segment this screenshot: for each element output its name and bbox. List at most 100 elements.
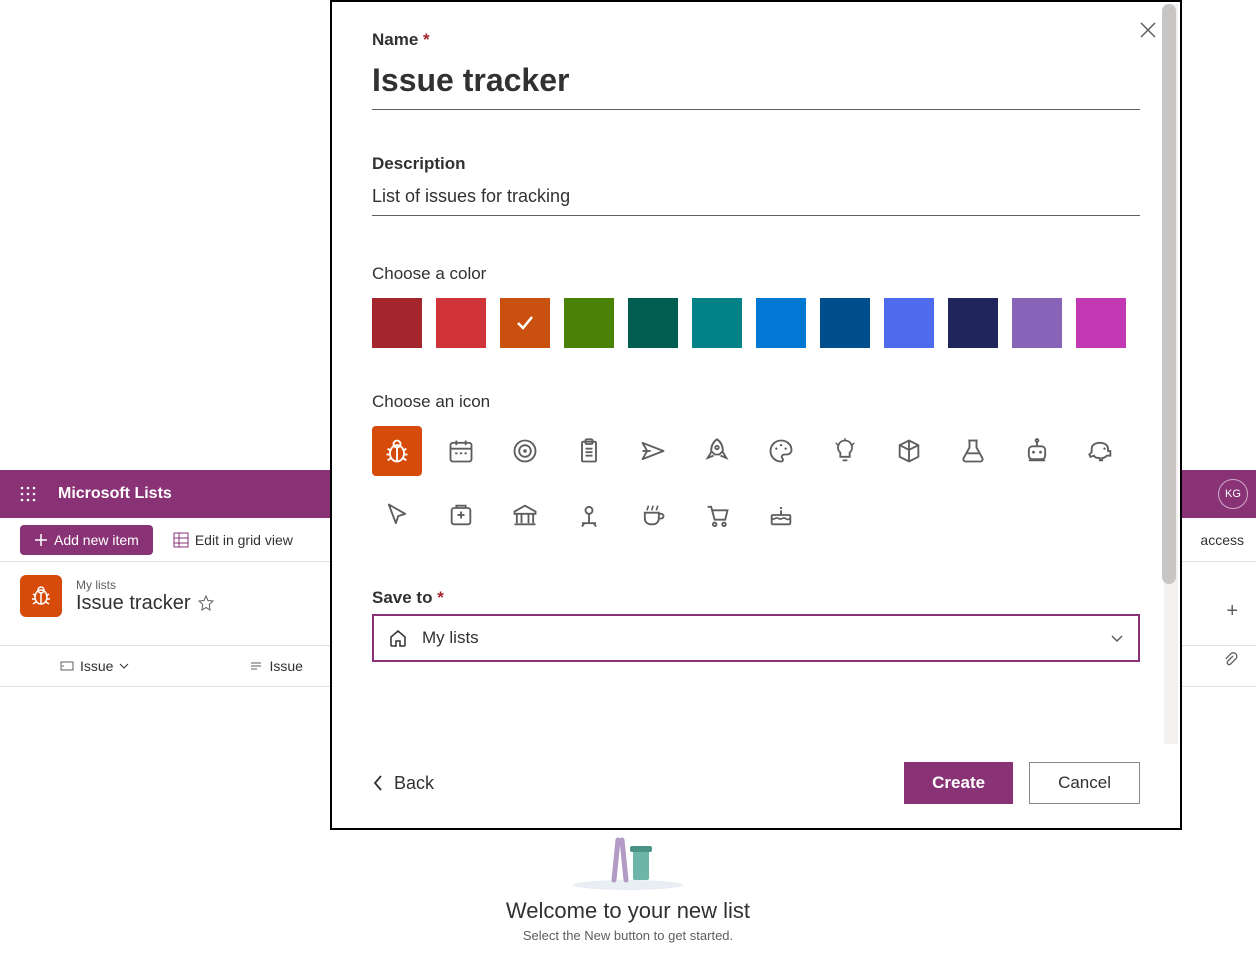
plus-icon [34,533,48,547]
color-swatch[interactable] [948,298,998,348]
access-text: access [1200,532,1244,548]
dialog-footer: Back Create Cancel [372,762,1140,804]
icon-option-cake[interactable] [756,490,806,540]
color-swatch[interactable] [820,298,870,348]
close-icon [1138,20,1158,40]
bug-icon [383,437,411,465]
airplane-icon [639,437,667,465]
description-input[interactable] [372,180,1140,216]
app-title: Microsoft Lists [58,485,172,503]
color-swatch[interactable] [372,298,422,348]
save-to-label: Save to * [372,588,1140,608]
grid-icon [173,532,189,548]
choose-icon-label: Choose an icon [372,392,1140,412]
coffee-icon [639,501,667,529]
add-new-item-button[interactable]: Add new item [20,525,153,555]
robot-icon [1023,437,1051,465]
text-icon [249,659,263,673]
icon-option-lightbulb[interactable] [820,426,870,476]
column-issue[interactable]: Issue [60,658,129,674]
icon-option-clipboard[interactable] [564,426,614,476]
color-swatch[interactable] [1076,298,1126,348]
palette-icon [767,437,795,465]
piggybank-icon [1087,437,1115,465]
color-swatch[interactable] [564,298,614,348]
calendar-icon [447,437,475,465]
chevron-left-icon [372,774,384,792]
icon-picker [372,426,1152,540]
icon-option-calendar[interactable] [436,426,486,476]
color-swatch[interactable] [884,298,934,348]
icon-option-mappin[interactable] [564,490,614,540]
edit-grid-button[interactable]: Edit in grid view [173,532,293,548]
icon-option-piggybank[interactable] [1076,426,1126,476]
list-header: My lists Issue tracker [20,575,214,617]
bank-icon [511,501,539,529]
icon-option-palette[interactable] [756,426,806,476]
edit-grid-label: Edit in grid view [195,532,293,548]
chevron-down-icon [1110,631,1124,645]
save-to-value: My lists [422,628,479,648]
icon-option-target[interactable] [500,426,550,476]
icon-option-bank[interactable] [500,490,550,540]
user-avatar[interactable]: KG [1218,479,1248,509]
create-button[interactable]: Create [904,762,1013,804]
icon-option-coffee[interactable] [628,490,678,540]
description-label: Description [372,154,1140,174]
icon-option-rocket[interactable] [692,426,742,476]
text-field-icon [60,659,74,673]
add-button-label: Add new item [54,532,139,548]
cube-icon [895,437,923,465]
hospital-icon [447,501,475,529]
empty-state: Welcome to your new list Select the New … [0,830,1256,943]
icon-option-beaker[interactable] [948,426,998,476]
list-title: Issue tracker [76,592,190,615]
icon-option-cart[interactable] [692,490,742,540]
welcome-subtext: Select the New button to get started. [0,928,1256,943]
name-input[interactable] [372,56,1140,110]
color-swatch[interactable] [500,298,550,348]
checkmark-icon [514,312,536,334]
welcome-illustration [558,830,698,890]
app-launcher-icon[interactable] [12,478,44,510]
color-swatch[interactable] [628,298,678,348]
column-issue-2[interactable]: Issue [249,658,302,674]
color-swatch[interactable] [1012,298,1062,348]
target-icon [511,437,539,465]
clipboard-icon [575,437,603,465]
lightbulb-icon [831,437,859,465]
beaker-icon [959,437,987,465]
home-icon [388,628,408,648]
icon-option-cube[interactable] [884,426,934,476]
favorite-star-icon[interactable] [198,595,214,611]
create-list-dialog: Name * Description Choose a color Choose… [330,0,1182,830]
icon-option-hospital[interactable] [436,490,486,540]
breadcrumb[interactable]: My lists [76,578,214,592]
bug-icon [29,584,53,608]
cake-icon [767,501,795,529]
chevron-down-icon [119,661,129,671]
cancel-button[interactable]: Cancel [1029,762,1140,804]
icon-option-airplane[interactable] [628,426,678,476]
cart-icon [703,501,731,529]
color-swatch[interactable] [436,298,486,348]
close-dialog-button[interactable] [1138,20,1158,45]
save-to-dropdown[interactable]: My lists [372,614,1140,662]
cursor-icon [383,501,411,529]
back-button[interactable]: Back [372,773,434,794]
name-label: Name * [372,30,1140,50]
welcome-heading: Welcome to your new list [0,898,1256,924]
dialog-scrollbar[interactable] [1164,4,1178,744]
rocket-icon [703,437,731,465]
add-column-button[interactable]: + [1226,600,1238,623]
icon-option-robot[interactable] [1012,426,1062,476]
mappin-icon [575,501,603,529]
color-picker [372,298,1140,348]
icon-option-cursor[interactable] [372,490,422,540]
list-tile-icon [20,575,62,617]
attachment-column-icon[interactable] [1222,651,1238,672]
choose-color-label: Choose a color [372,264,1140,284]
color-swatch[interactable] [756,298,806,348]
color-swatch[interactable] [692,298,742,348]
icon-option-bug[interactable] [372,426,422,476]
